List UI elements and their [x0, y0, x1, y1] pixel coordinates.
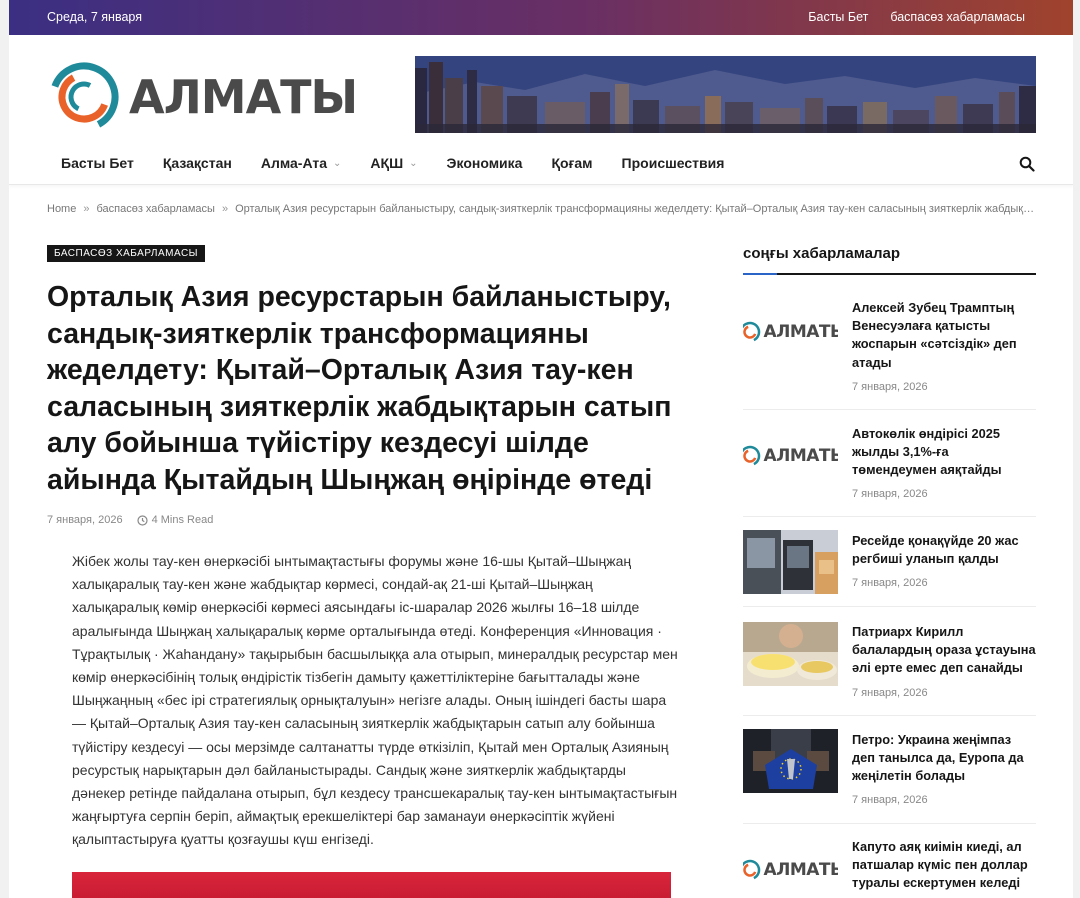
breadcrumb-current: Орталық Азия ресурстарын байланыстыру, с…: [235, 203, 1037, 215]
top-link-press-release[interactable]: баспасөз хабарламасы: [890, 10, 1025, 24]
article-title: Орталық Азия ресурстарын байланыстыру, с…: [47, 281, 672, 496]
heading-accent: [743, 273, 777, 275]
nav-item-usa[interactable]: АҚШ ⌄: [370, 155, 417, 171]
post-thumbnail[interactable]: АЛМАТЬ: [743, 424, 838, 488]
sidebar-heading: соңғы хабарламалар: [743, 245, 1036, 275]
post-thumbnail[interactable]: [743, 622, 838, 686]
divider: [743, 516, 1036, 517]
nav-item-economy[interactable]: Экономика: [447, 155, 523, 171]
post-title[interactable]: Автокөлік өндірісі 2025 жылды 3,1%-ға тө…: [852, 425, 1036, 480]
divider: [743, 823, 1036, 824]
post-title[interactable]: Капуто аяқ киімін киеді, ал патшалар күм…: [852, 838, 1036, 893]
post-date: 7 января, 2026: [852, 577, 928, 589]
breadcrumb-separator-icon: »: [83, 203, 90, 215]
nav-item-alma-ata[interactable]: Алма-Ата ⌄: [261, 155, 342, 171]
post-thumbnail[interactable]: [743, 530, 838, 594]
post-title[interactable]: Ресейде қонақүйде 20 жас регбиші уланып …: [852, 532, 1036, 568]
post-date: 7 января, 2026: [852, 488, 928, 500]
nav-item-label: Алма-Ата: [260, 155, 328, 171]
nav-item-label: Қоғам: [551, 155, 593, 171]
mini-logo-text: АЛМАТЬ: [763, 446, 838, 466]
nav-item-label: Происшествия: [621, 155, 725, 171]
header-banner-image: [415, 56, 1036, 133]
divider: [743, 409, 1036, 410]
article-image: [72, 872, 671, 898]
post-title[interactable]: Патриарх Кирилл балалардың ораза ұстауын…: [852, 623, 1036, 678]
clock-icon: [136, 514, 148, 526]
nav-item-home[interactable]: Басты Бет: [61, 155, 134, 171]
top-link-home[interactable]: Басты Бет: [808, 10, 868, 24]
mini-logo: АЛМАТЬ: [743, 859, 838, 881]
logo-swirl-icon: [743, 859, 760, 881]
nav-item-label: Басты Бет: [61, 155, 134, 171]
article-meta: 7 января, 2026 4 Mins Read: [47, 514, 213, 526]
eu-flag-photo-image: [743, 729, 838, 793]
post-date: 7 января, 2026: [852, 687, 928, 699]
post-date: 7 января, 2026: [852, 381, 928, 393]
nav-item-kazakhstan[interactable]: Қазақстан: [163, 155, 232, 171]
breadcrumb-separator-icon: »: [221, 203, 229, 215]
post-title[interactable]: Алексей Зубец Трамптың Венесуэлаға қатыс…: [852, 299, 1036, 372]
nav-item-label: Қазақстан: [162, 155, 232, 171]
post-thumbnail[interactable]: АЛМАТЬ: [743, 838, 838, 898]
read-time: 4 Mins Read: [151, 514, 214, 526]
top-links: Басты Бет баспасөз хабарламасы: [808, 10, 1025, 24]
nav-item-incidents[interactable]: Происшествия: [622, 155, 725, 171]
mini-logo: АЛМАТЬ: [743, 445, 838, 467]
chevron-down-icon: ⌄: [409, 157, 418, 169]
page: Среда, 7 января Басты Бет баспасөз хабар…: [9, 0, 1073, 898]
category-badge[interactable]: БАСПАСӨЗ ХАБАРЛАМАСЫ: [47, 245, 206, 262]
mini-logo-text: АЛМАТЬ: [763, 860, 838, 880]
post-title[interactable]: Петро: Украина жеңімпаз деп танылса да, …: [852, 731, 1036, 786]
logo-swirl-icon: [49, 62, 119, 132]
bus-photo-image: [743, 530, 838, 594]
article-body: Жібек жолы тау-кен өнеркәсібі ынтымақтас…: [72, 553, 678, 848]
mini-logo: АЛМАТЬ: [743, 321, 838, 343]
article-date: 7 января, 2026: [47, 514, 123, 526]
logo-text: АЛМАТЫ: [129, 70, 358, 124]
post-date: 7 января, 2026: [852, 794, 928, 806]
sidebar-heading-text: соңғы хабарламалар: [743, 245, 901, 262]
site-logo[interactable]: АЛМАТЫ: [47, 60, 358, 134]
divider: [743, 715, 1036, 716]
chevron-down-icon: ⌄: [333, 157, 342, 169]
nav-item-label: АҚШ: [370, 155, 404, 171]
main-nav: Басты Бет Қазақстан Алма-Ата ⌄ АҚШ ⌄ Эконо…: [9, 143, 1073, 185]
breadcrumb: Home » баспасөз хабарламасы » Орталық Азия р…: [47, 203, 1037, 215]
logo-swirl-icon: [743, 445, 760, 467]
post-thumbnail[interactable]: АЛМАТЬ: [743, 300, 838, 364]
post-thumbnail[interactable]: [743, 729, 838, 793]
food-photo-image: [743, 622, 838, 686]
divider: [743, 606, 1036, 607]
current-date: Среда, 7 января: [47, 10, 142, 24]
breadcrumb-category[interactable]: баспасөз хабарламасы: [96, 203, 214, 215]
breadcrumb-home[interactable]: Home: [47, 203, 76, 215]
top-bar: Среда, 7 января Басты Бет баспасөз хабар…: [9, 0, 1073, 35]
nav-item-society[interactable]: Қоғам: [551, 155, 592, 171]
nav-item-label: Экономика: [446, 155, 523, 171]
mini-logo-text: АЛМАТЬ: [763, 322, 838, 342]
logo-swirl-icon: [743, 321, 760, 343]
search-icon[interactable]: [1019, 156, 1035, 172]
